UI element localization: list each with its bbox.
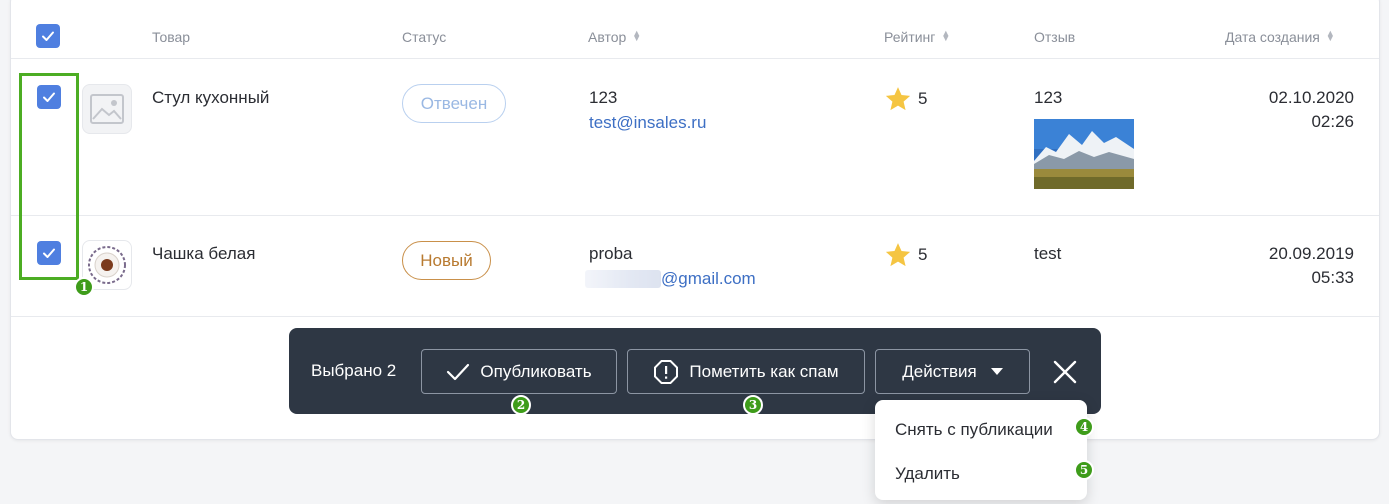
close-icon[interactable]	[1050, 357, 1080, 387]
created-date: 20.09.2019	[1268, 244, 1354, 263]
sort-icon: ▲ ▼	[1325, 28, 1335, 43]
column-header-date-label: Дата создания	[1225, 29, 1320, 45]
mark-spam-button-label: Пометить как спам	[689, 361, 839, 381]
star-icon	[885, 243, 911, 267]
product-name[interactable]: Стул кухонный	[152, 88, 269, 108]
column-header-product: Товар	[152, 29, 191, 45]
redacted-email-part	[585, 270, 661, 288]
column-header-review: Отзыв	[1034, 29, 1076, 45]
actions-dropdown-button[interactable]: Действия	[875, 349, 1030, 394]
status-badge: Новый	[402, 241, 491, 280]
menu-item-delete[interactable]: Удалить	[895, 464, 960, 484]
annotation-marker-4: 4	[1074, 417, 1094, 437]
select-all-checkbox[interactable]	[36, 24, 60, 48]
caret-down-icon	[990, 367, 1003, 375]
status-badge: Отвечен	[402, 84, 506, 123]
publish-button[interactable]: Опубликовать	[421, 349, 617, 394]
created-time: 05:33	[1311, 268, 1354, 287]
product-image-placeholder	[82, 84, 132, 134]
author-name: 123	[589, 88, 618, 107]
sort-icon: ▲ ▼	[941, 28, 951, 43]
selected-count: Выбрано 2	[311, 361, 397, 380]
star-icon	[885, 87, 911, 111]
mark-spam-button[interactable]: Пометить как спам	[627, 349, 865, 394]
rating-value: 5	[918, 245, 928, 264]
annotation-marker-3: 3	[743, 395, 763, 415]
column-header-date[interactable]: Дата создания ▲ ▼	[1225, 28, 1335, 46]
checkbox-highlight-frame	[19, 73, 79, 280]
column-header-rating[interactable]: Рейтинг ▲ ▼	[884, 28, 951, 46]
created-date: 02.10.2020	[1268, 88, 1354, 107]
review-text: test	[1034, 244, 1062, 263]
created-time: 02:26	[1311, 112, 1354, 131]
annotation-marker-1: 1	[74, 277, 94, 297]
product-name[interactable]: Чашка белая	[152, 244, 255, 264]
review-photo-mountains[interactable]	[1034, 119, 1134, 189]
check-icon	[447, 363, 470, 380]
annotation-marker-5: 5	[1074, 460, 1094, 480]
annotation-marker-2: 2	[511, 395, 531, 415]
author-name: proba	[589, 244, 633, 263]
publish-button-label: Опубликовать	[480, 361, 592, 381]
author-email-link[interactable]: test@insales.ru	[589, 113, 706, 133]
review-text: 123	[1034, 88, 1063, 107]
divider	[11, 215, 1379, 216]
author-email-link[interactable]: @gmail.com	[661, 269, 756, 289]
divider	[11, 58, 1379, 59]
rating-value: 5	[918, 89, 928, 108]
image-placeholder-icon	[90, 94, 124, 124]
sort-icon: ▲ ▼	[632, 28, 642, 43]
column-header-author-label: Автор	[588, 29, 627, 45]
divider	[11, 316, 1379, 317]
menu-item-unpublish[interactable]: Снять с публикации	[895, 420, 1053, 440]
check-icon	[42, 31, 54, 41]
column-header-status: Статус	[402, 29, 447, 45]
column-header-author[interactable]: Автор ▲ ▼	[588, 28, 642, 46]
column-header-rating-label: Рейтинг	[884, 29, 936, 45]
actions-menu	[875, 400, 1087, 500]
actions-dropdown-label: Действия	[902, 361, 977, 381]
warning-octagon-icon	[654, 359, 679, 384]
